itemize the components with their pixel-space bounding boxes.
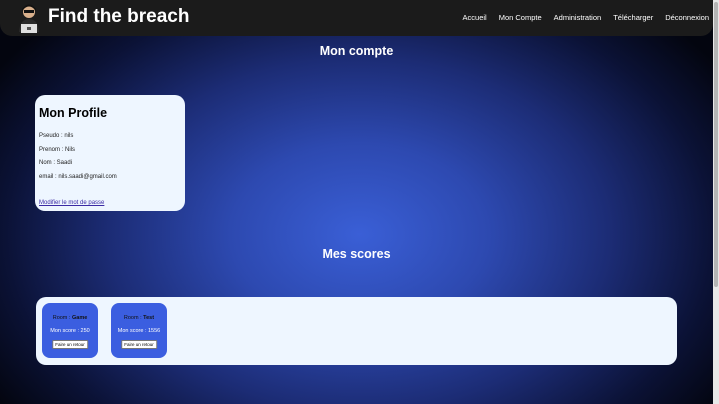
nav-accueil[interactable]: Accueil (463, 13, 487, 22)
scores-panel: Room : Game Mon score : 250 Faire un ret… (36, 297, 677, 365)
score-room: Room : Test (123, 315, 155, 321)
nav-mon-compte[interactable]: Mon Compte (499, 13, 542, 22)
scrollbar-thumb[interactable] (714, 2, 718, 287)
profile-email: email : nils.saadi@gmail.com (39, 174, 117, 180)
score-number: 250 (80, 328, 90, 334)
nav-administration[interactable]: Administration (554, 13, 602, 22)
feedback-button[interactable]: Faire un retour (52, 340, 88, 349)
feedback-button[interactable]: Faire un retour (121, 340, 157, 349)
score-room: Room : Game (52, 315, 88, 321)
scores-section-title: Mes scores (322, 247, 391, 261)
score-number: 1556 (148, 328, 161, 334)
profile-title: Mon Profile (39, 106, 108, 120)
nav-deconnexion[interactable]: Déconnexion (665, 13, 709, 22)
change-password-link[interactable]: Modifier le mot de passe (39, 200, 104, 206)
profile-nom: Nom : Saadi (39, 160, 73, 166)
score-value: Mon score : 250 (50, 328, 90, 334)
room-name: Game (71, 315, 88, 321)
score-card-test: Room : Test Mon score : 1556 Faire un re… (111, 303, 167, 358)
profile-pseudo: Pseudo : nils (39, 133, 74, 139)
page-scrollbar[interactable] (713, 0, 719, 404)
navbar: Find the breach Accueil Mon Compte Admin… (0, 0, 713, 36)
hacker-logo-icon[interactable] (12, 2, 46, 34)
score-card-game: Room : Game Mon score : 250 Faire un ret… (42, 303, 98, 358)
brand-title[interactable]: Find the breach (48, 6, 189, 28)
score-value: Mon score : 1556 (117, 328, 161, 334)
profile-card: Mon Profile Pseudo : nils Prenom : Nils … (35, 95, 185, 211)
profile-prenom: Prenom : Nils (39, 147, 76, 153)
nav-menu: Accueil Mon Compte Administration Téléch… (463, 13, 709, 22)
account-section-title: Mon compte (319, 44, 394, 58)
nav-telecharger[interactable]: Télécharger (613, 13, 653, 22)
room-name: Test (143, 315, 155, 321)
